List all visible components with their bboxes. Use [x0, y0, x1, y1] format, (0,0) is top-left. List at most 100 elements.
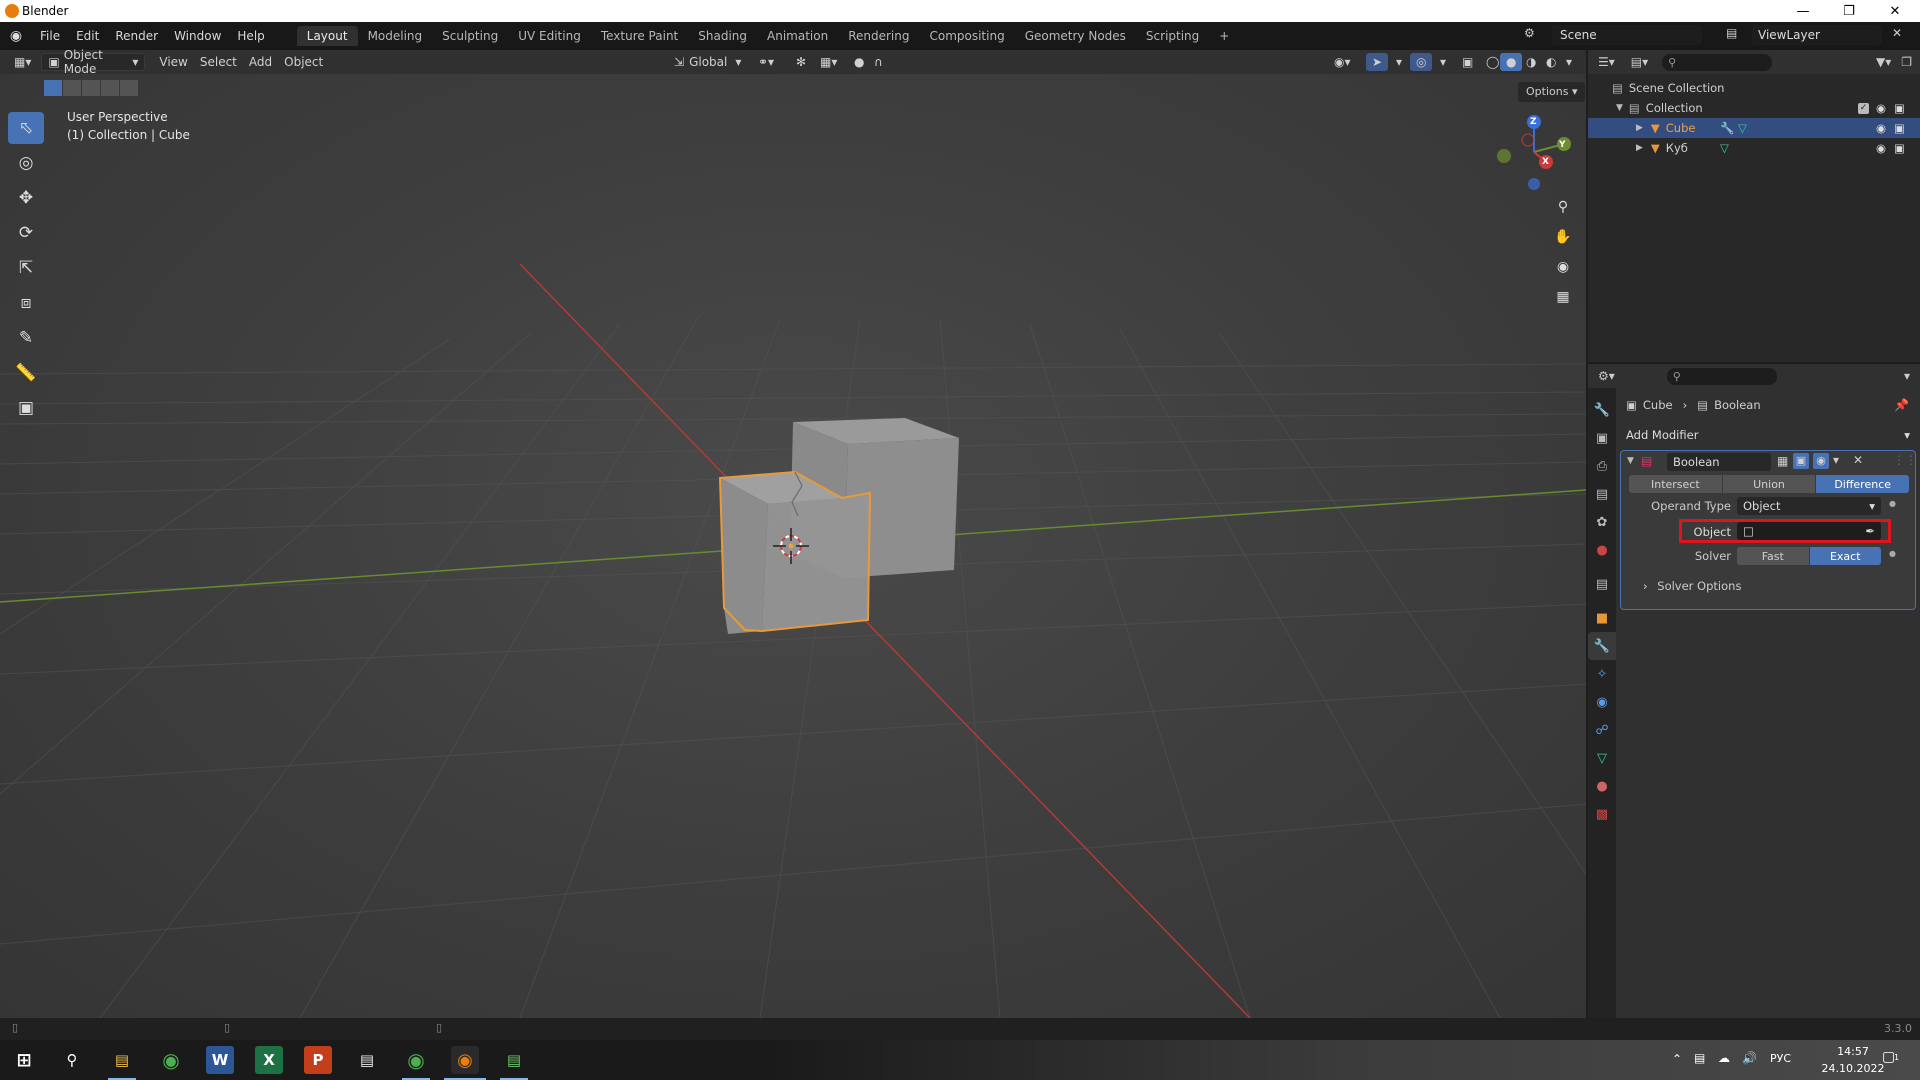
render-camera-icon[interactable]: ▣	[1894, 141, 1905, 155]
modifier-menu-icon[interactable]: ▾	[1833, 453, 1839, 467]
menu-help[interactable]: Help	[229, 29, 272, 43]
physics-tab-icon[interactable]: ◉	[1588, 688, 1616, 716]
exclude-checkbox[interactable]: ✓	[1858, 102, 1869, 114]
annotate-tool-icon[interactable]: ✎	[8, 322, 44, 354]
tab-modeling[interactable]: Modeling	[358, 26, 433, 46]
gizmo-toggle-icon[interactable]: ➤	[1366, 53, 1389, 71]
minimize-button[interactable]: —	[1780, 0, 1826, 22]
select-invert-icon[interactable]	[101, 80, 119, 96]
collapse-arrow-icon[interactable]: ▼	[1627, 456, 1634, 466]
mesh-data-icon[interactable]: ▽	[1720, 141, 1729, 155]
viewport-menu-view[interactable]: View	[153, 53, 193, 71]
tab-uv-editing[interactable]: UV Editing	[508, 26, 591, 46]
modifier-wrench-icon[interactable]: 🔧	[1720, 121, 1734, 135]
windows-start-icon[interactable]: ⊞	[10, 1046, 38, 1074]
editor-type-button[interactable]: ▦▾	[8, 53, 37, 71]
visibility-eye-icon[interactable]: ◉	[1876, 121, 1886, 135]
solver-fast[interactable]: Fast	[1737, 547, 1809, 565]
scene-selector[interactable]: Scene	[1552, 25, 1702, 45]
output-tab-icon[interactable]: ⎙	[1588, 452, 1616, 480]
select-intersect-icon[interactable]	[120, 80, 138, 96]
view-layer-tab-icon[interactable]: ▤	[1588, 480, 1616, 508]
viewport-menu-select[interactable]: Select	[194, 53, 243, 71]
3d-viewport[interactable]: ⬁ ◎ ✥ ⟳ ⇱ ⧈ ✎ 📏 ▣ User Perspective (1) C…	[0, 74, 1586, 1018]
measure-tool-icon[interactable]: 📏	[8, 357, 44, 389]
perspective-toggle-icon[interactable]: ▦	[1550, 284, 1576, 310]
modifier-tab-icon[interactable]: 🔧	[1588, 632, 1616, 660]
close-window-button[interactable]: ✕	[1872, 0, 1918, 22]
outliner-scene-collection[interactable]: ▤ Scene Collection	[1588, 78, 1920, 98]
visibility-eye-icon[interactable]: ◉	[1876, 141, 1886, 155]
snap-icon[interactable]: ✻	[790, 53, 812, 71]
select-subtract-icon[interactable]	[82, 80, 100, 96]
mode-selector[interactable]: ▣ Object Mode ▾	[41, 48, 146, 76]
powerpoint-icon[interactable]: P	[304, 1046, 332, 1074]
mesh-data-icon[interactable]: ▽	[1738, 121, 1747, 135]
display-mode-icon[interactable]: ▤▾	[1631, 55, 1648, 69]
word-icon[interactable]: W	[206, 1046, 234, 1074]
object-field[interactable]: □ ✒	[1737, 522, 1881, 540]
tab-rendering[interactable]: Rendering	[838, 26, 919, 46]
select-box-tool-icon[interactable]: ⬁	[8, 112, 44, 144]
onedrive-icon[interactable]: ☁	[1718, 1051, 1730, 1065]
select-new-icon[interactable]	[44, 80, 62, 96]
material-tab-icon[interactable]: ●	[1588, 772, 1616, 800]
excel-icon[interactable]: X	[255, 1046, 283, 1074]
visibility-eye-icon[interactable]: ◉	[1876, 101, 1886, 115]
scene-tab-icon[interactable]: ✿	[1588, 508, 1616, 536]
file-explorer-icon[interactable]: ▤	[108, 1046, 136, 1074]
properties-editor-type-icon[interactable]: ⚙▾	[1598, 369, 1615, 383]
world-tab-icon[interactable]: ●	[1588, 536, 1616, 564]
tool-tab-icon[interactable]: 🔧	[1588, 396, 1616, 424]
transform-tool-icon[interactable]: ⧈	[8, 287, 44, 319]
solver-options-subpanel[interactable]: › Solver Options	[1643, 579, 1741, 593]
add-modifier-dropdown[interactable]: Add Modifier ▾	[1620, 426, 1916, 444]
operation-difference[interactable]: Difference	[1816, 475, 1910, 493]
tab-texture-paint[interactable]: Texture Paint	[591, 26, 688, 46]
blender-menu-icon[interactable]: ◉	[0, 28, 32, 44]
tab-animation[interactable]: Animation	[757, 26, 838, 46]
outliner-item-cube[interactable]: ▶ ▼ Cube 🔧 ▽ ◉ ▣	[1588, 118, 1920, 138]
input-language[interactable]: РУС	[1770, 1052, 1791, 1065]
tab-sculpting[interactable]: Sculpting	[432, 26, 508, 46]
operation-union[interactable]: Union	[1722, 475, 1816, 493]
expand-arrow-icon[interactable]: ▶	[1636, 143, 1643, 153]
render-camera-icon[interactable]: ▣	[1894, 101, 1905, 115]
new-collection-icon[interactable]: ❐	[1901, 55, 1912, 69]
viewport-menu-object[interactable]: Object	[278, 53, 329, 71]
tab-scripting[interactable]: Scripting	[1136, 26, 1209, 46]
document-app-icon[interactable]: ▤	[353, 1046, 381, 1074]
filter-icon[interactable]: ▼▾	[1876, 55, 1891, 69]
constraints-tab-icon[interactable]: ☍	[1588, 716, 1616, 744]
gizmo-dropdown-icon[interactable]: ▾	[1390, 53, 1408, 71]
view-layer-selector[interactable]: ViewLayer	[1752, 25, 1882, 45]
volume-icon[interactable]: 🔊	[1742, 1051, 1757, 1065]
pan-hand-icon[interactable]: ✋	[1550, 224, 1576, 250]
pin-icon[interactable]: 📌	[1894, 398, 1909, 412]
add-cube-tool-icon[interactable]: ▣	[8, 392, 44, 424]
render-tab-icon[interactable]: ▣	[1588, 424, 1616, 452]
data-tab-icon[interactable]: ▽	[1588, 744, 1616, 772]
zoom-icon[interactable]: ⚲	[1550, 194, 1576, 220]
modifier-name-field[interactable]: Boolean	[1667, 453, 1771, 471]
render-toggle-icon[interactable]: ◉	[1813, 453, 1829, 469]
outliner-search-input[interactable]: ⚲	[1662, 53, 1773, 71]
tab-layout[interactable]: Layout	[296, 26, 358, 46]
pivot-point-icon[interactable]: ⚭▾	[752, 53, 780, 71]
select-extend-icon[interactable]	[63, 80, 81, 96]
eyedropper-icon[interactable]: ✒	[1865, 522, 1875, 540]
clock-time[interactable]: 14:57	[1820, 1045, 1886, 1058]
viewport-menu-add[interactable]: Add	[243, 53, 278, 71]
shading-dropdown-icon[interactable]: ▾	[1560, 53, 1578, 71]
render-camera-icon[interactable]: ▣	[1894, 121, 1905, 135]
operation-intersect[interactable]: Intersect	[1629, 475, 1722, 493]
menu-window[interactable]: Window	[166, 29, 229, 43]
texture-tab-icon[interactable]: ▩	[1588, 800, 1616, 828]
object-tab-icon[interactable]: ■	[1588, 604, 1616, 632]
expand-arrow-icon[interactable]: ▶	[1636, 123, 1643, 133]
keyframe-dot-icon[interactable]: ●	[1889, 549, 1896, 558]
properties-search-input[interactable]: ⚲	[1666, 367, 1777, 385]
visibility-filter-icon[interactable]: ◉▾	[1328, 53, 1357, 71]
outliner-collection[interactable]: ▼ ▤ Collection ✓ ◉ ▣	[1588, 98, 1920, 118]
falloff-icon[interactable]: ∩	[868, 53, 889, 71]
